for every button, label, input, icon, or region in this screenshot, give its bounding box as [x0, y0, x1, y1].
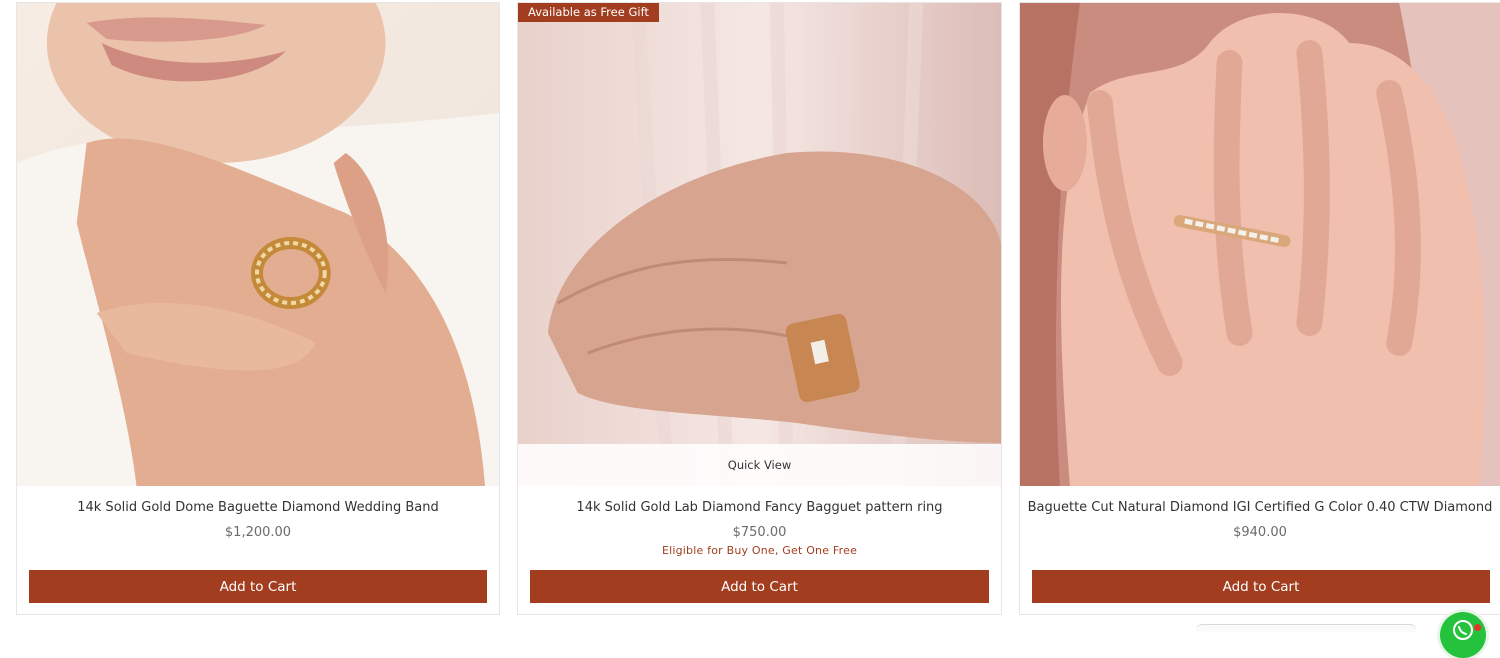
add-to-cart-button[interactable]: Add to Cart: [29, 570, 487, 603]
product-price: $750.00: [732, 525, 787, 540]
quick-view-button[interactable]: Quick View: [518, 444, 1001, 486]
product-card[interactable]: Available as Free Gift Quick View 14k So…: [517, 2, 1002, 615]
product-title[interactable]: Baguette Cut Natural Diamond IGI Certifi…: [1020, 500, 1500, 515]
whatsapp-chat-icon: [1453, 620, 1473, 640]
product-image[interactable]: [518, 3, 1001, 486]
whatsapp-chat-button[interactable]: [1440, 612, 1486, 658]
notification-dot: [1474, 624, 1481, 631]
product-image[interactable]: [17, 3, 499, 486]
product-title[interactable]: 14k Solid Gold Dome Baguette Diamond Wed…: [17, 500, 499, 515]
product-photo: [518, 3, 1001, 486]
product-photo: [1020, 3, 1500, 486]
product-card[interactable]: Baguette Cut Natural Diamond IGI Certifi…: [1019, 2, 1500, 615]
add-to-cart-button[interactable]: Add to Cart: [1032, 570, 1490, 603]
add-to-cart-button[interactable]: Add to Cart: [530, 570, 989, 603]
free-gift-badge: Available as Free Gift: [518, 3, 659, 22]
product-price: $1,200.00: [224, 525, 292, 540]
product-price: $940.00: [1233, 525, 1287, 540]
product-photo: [17, 3, 499, 486]
product-card[interactable]: 14k Solid Gold Dome Baguette Diamond Wed…: [16, 2, 500, 615]
product-title[interactable]: 14k Solid Gold Lab Diamond Fancy Bagguet…: [518, 500, 1001, 515]
promo-label: Eligible for Buy One, Get One Free: [661, 544, 858, 557]
product-image[interactable]: [1020, 3, 1500, 486]
